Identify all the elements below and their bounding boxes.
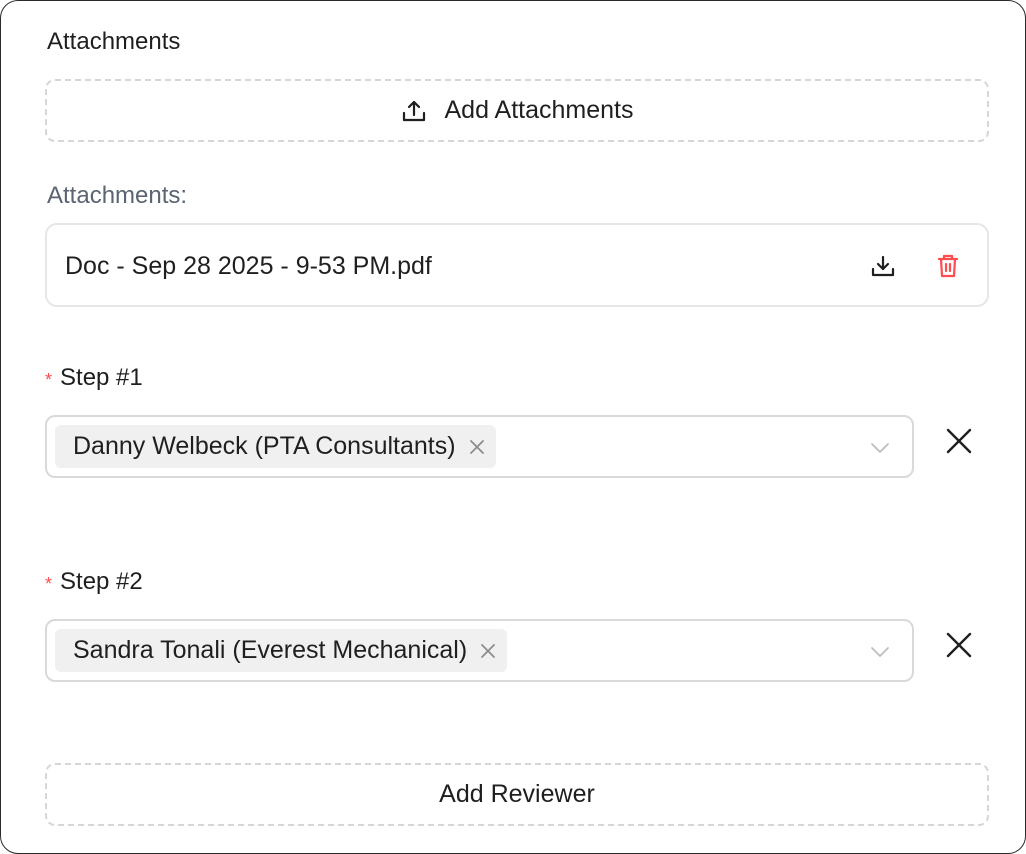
remove-step-1-button[interactable] xyxy=(943,425,975,457)
selected-reviewer-tag: Danny Welbeck (PTA Consultants) xyxy=(55,425,496,468)
close-icon xyxy=(946,632,972,658)
attachment-item: Doc - Sep 28 2025 - 9-53 PM.pdf xyxy=(45,223,989,307)
required-marker: * xyxy=(45,370,53,390)
chevron-down-icon xyxy=(870,642,890,662)
required-marker: * xyxy=(45,574,53,594)
selected-reviewer-name: Danny Welbeck (PTA Consultants) xyxy=(73,432,456,460)
step-1-label-text: Step #1 xyxy=(60,364,143,391)
step-1-reviewer-select[interactable]: Danny Welbeck (PTA Consultants) xyxy=(45,415,914,478)
add-reviewer-label: Add Reviewer xyxy=(439,780,595,808)
attachments-list-label: Attachments: xyxy=(47,182,188,209)
chevron-down-icon xyxy=(870,438,890,458)
add-reviewer-button[interactable]: Add Reviewer xyxy=(45,763,989,826)
remove-step-2-button[interactable] xyxy=(943,629,975,661)
trash-icon[interactable] xyxy=(934,252,962,280)
add-attachments-label: Add Attachments xyxy=(444,96,634,124)
step-2-reviewer-select[interactable]: Sandra Tonali (Everest Mechanical) xyxy=(45,619,914,682)
remove-tag-icon[interactable] xyxy=(468,438,486,456)
attachment-file-name: Doc - Sep 28 2025 - 9-53 PM.pdf xyxy=(65,252,432,280)
download-icon[interactable] xyxy=(869,252,897,280)
remove-tag-icon[interactable] xyxy=(479,642,497,660)
selected-reviewer-name: Sandra Tonali (Everest Mechanical) xyxy=(73,636,468,664)
selected-reviewer-tag: Sandra Tonali (Everest Mechanical) xyxy=(55,629,508,672)
close-icon xyxy=(946,428,972,454)
upload-icon xyxy=(400,97,428,125)
reviewers-form-panel: Attachments Add Attachments Attachments:… xyxy=(0,0,1026,854)
step-2-label: * Step #2 xyxy=(45,567,143,597)
attachments-section-title: Attachments xyxy=(47,28,181,55)
step-2-label-text: Step #2 xyxy=(60,568,143,595)
add-attachments-button[interactable]: Add Attachments xyxy=(45,79,989,142)
step-1-label: * Step #1 xyxy=(45,363,143,393)
